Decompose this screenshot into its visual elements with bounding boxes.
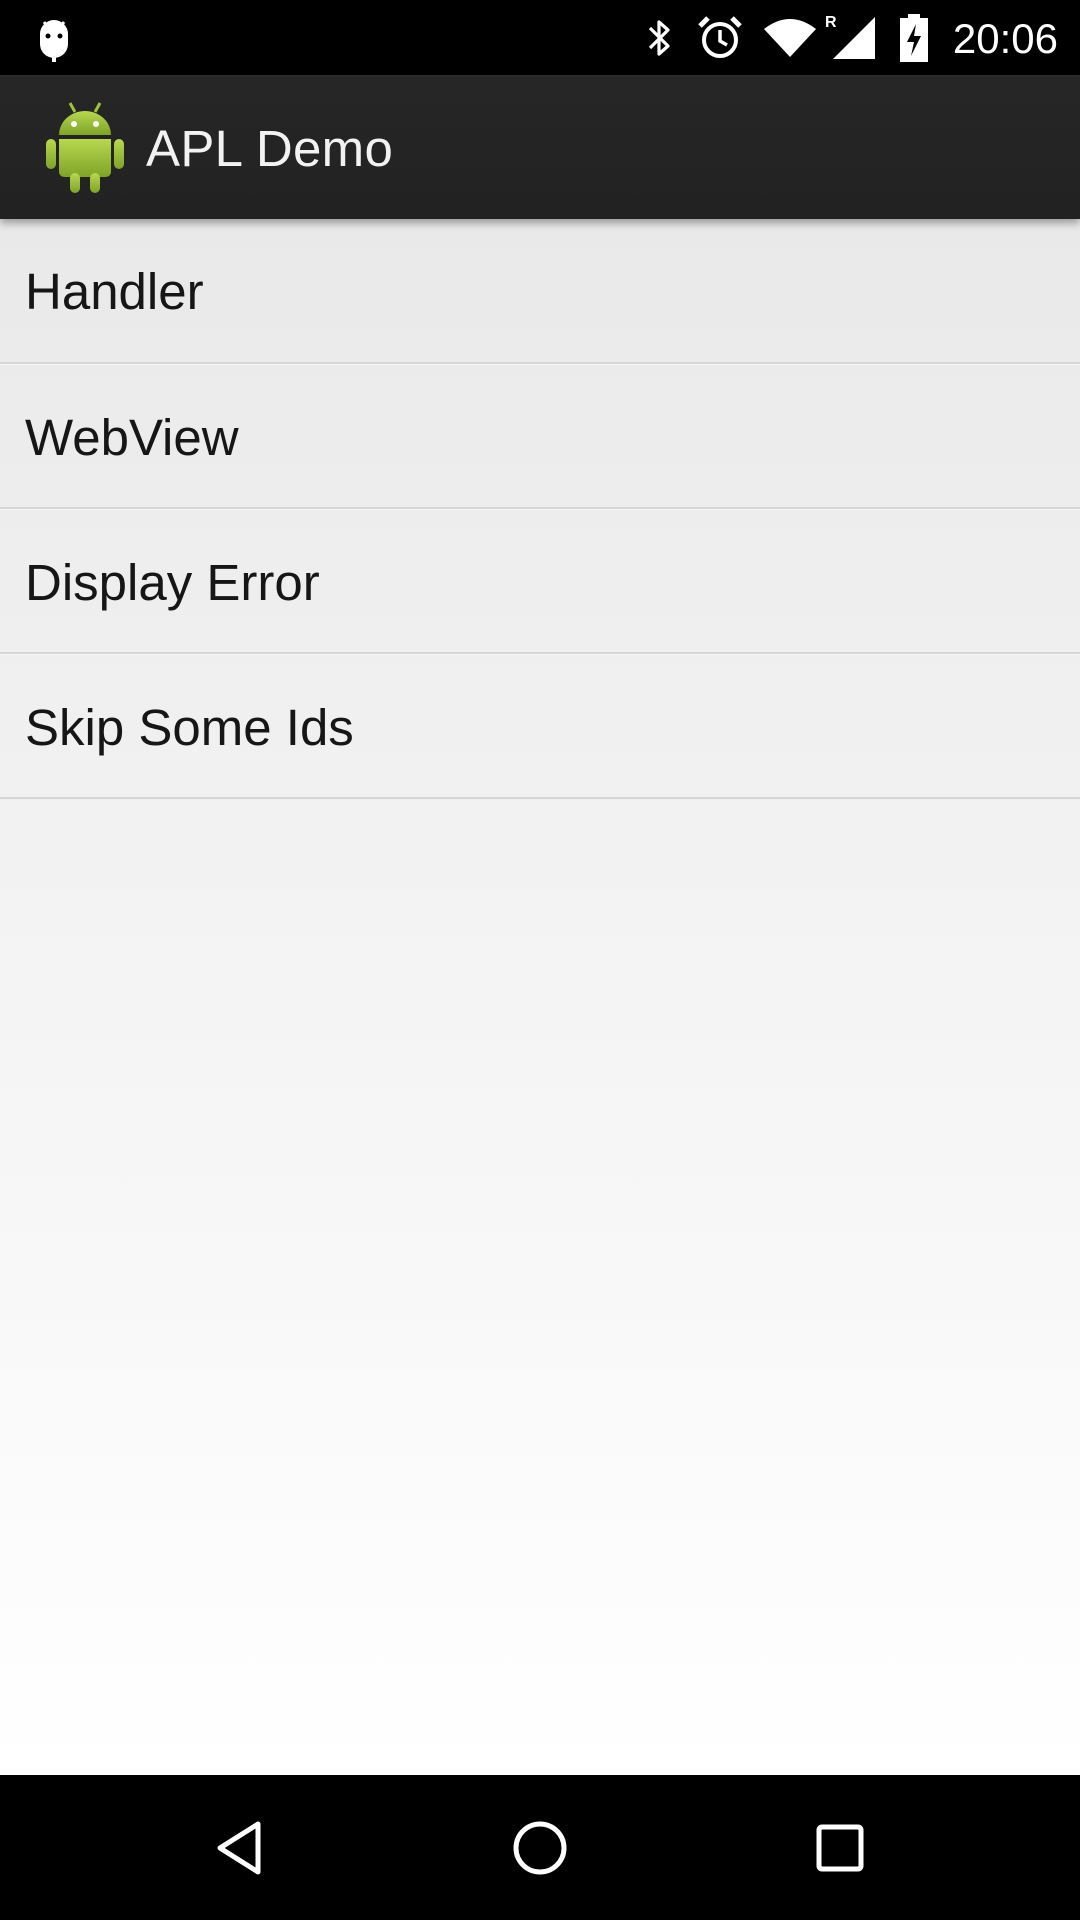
recents-icon [816, 1824, 864, 1871]
app-title: APL Demo [146, 120, 394, 177]
list-item-label: Display Error [25, 554, 320, 611]
list-item-webview[interactable]: WebView [0, 364, 1080, 509]
list-item-label: Handler [25, 263, 204, 320]
navigation-bar [0, 1775, 1080, 1920]
recents-button[interactable] [760, 1775, 920, 1920]
battery-charging-icon [894, 0, 934, 75]
content-area: Handler WebView Display Error Skip Some … [0, 219, 1080, 1775]
list-item-label: WebView [25, 409, 239, 466]
android-debug-icon [34, 0, 74, 75]
list-item-skip-some-ids[interactable]: Skip Some Ids [0, 654, 1080, 799]
alarm-icon [694, 0, 746, 75]
back-button[interactable] [160, 1775, 320, 1920]
roaming-signal-icon: R [822, 0, 878, 75]
back-icon [217, 1821, 261, 1874]
wifi-icon [760, 0, 820, 75]
home-icon [513, 1821, 567, 1874]
svg-text:R: R [825, 14, 837, 31]
android-robot-icon[interactable] [44, 99, 126, 195]
list-item-label: Skip Some Ids [25, 699, 354, 756]
home-button[interactable] [460, 1775, 620, 1920]
status-bar: R 20:06 [0, 0, 1080, 75]
menu-list: Handler WebView Display Error Skip Some … [0, 219, 1080, 799]
bluetooth-icon [640, 0, 680, 75]
list-item-handler[interactable]: Handler [0, 219, 1080, 364]
list-item-display-error[interactable]: Display Error [0, 509, 1080, 654]
action-bar: APL Demo [0, 75, 1080, 219]
screen: R 20:06 APL Demo Handler WebView Display… [0, 0, 1080, 1920]
status-time: 20:06 [952, 15, 1058, 62]
